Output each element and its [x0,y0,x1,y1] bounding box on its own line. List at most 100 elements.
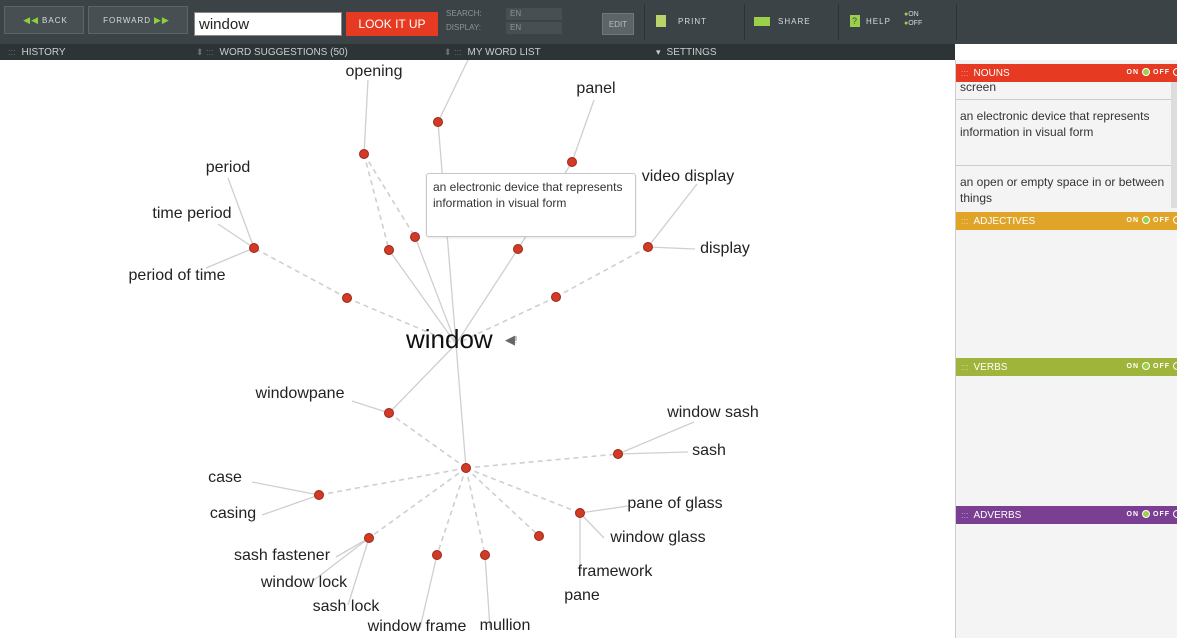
word-window-glass[interactable]: window glass [610,529,705,547]
graph-node[interactable] [432,550,442,560]
help-on-label: ON [908,11,919,18]
word-sash-lock[interactable]: sash lock [313,598,380,616]
noun-definition[interactable]: an electronic device that represents inf… [956,108,1172,164]
word-panel[interactable]: panel [576,80,615,98]
history-tab[interactable]: ::: HISTORY [8,44,66,60]
graph-node[interactable] [613,449,623,459]
graph-node[interactable] [314,490,324,500]
graph-node[interactable] [551,292,561,302]
print-icon [656,15,666,27]
settings-tab[interactable]: ▾ SETTINGS [656,44,717,60]
adverbs-title: ADVERBS [973,510,1022,521]
print-button[interactable]: PRINT [656,8,707,34]
noun-definition-cut[interactable]: screen [956,82,1172,94]
grip-icon: ::: [8,47,16,57]
word-windowpane[interactable]: windowpane [256,385,345,403]
word-sash-fastener[interactable]: sash fastener [234,547,330,565]
adjectives-toggle[interactable]: ON OFF [1127,212,1177,230]
adjectives-title: ADJECTIVES [973,216,1036,227]
toggle-dot-icon [1142,68,1150,77]
graph-node[interactable] [342,293,352,303]
forward-button[interactable]: FORWARD ▶▶ [88,6,188,34]
look-it-up-button[interactable]: LOOK IT UP [346,12,438,36]
share-button[interactable]: SHARE [754,8,811,34]
adverbs-header[interactable]: ::: ADVERBS ON OFF [956,506,1177,524]
word-video-display[interactable]: video display [642,168,735,186]
sort-arrows-icon: ⬍ ::: [444,47,462,57]
graph-node[interactable] [575,508,585,518]
adjectives-header[interactable]: ::: ADJECTIVES ON OFF [956,212,1177,230]
grip-icon: ::: [961,68,969,78]
nouns-header[interactable]: ::: NOUNS ON OFF [956,64,1177,82]
search-lang-label: SEARCH: [446,9,482,18]
graph-node[interactable] [567,157,577,167]
word-pane[interactable]: pane [564,587,600,605]
back-button[interactable]: ◀◀ BACK [4,6,84,34]
off-label: OFF [1153,363,1170,370]
verbs-toggle[interactable]: ON OFF [1127,358,1177,376]
word-period-of-time[interactable]: period of time [129,267,226,285]
word-framework[interactable]: framework [578,563,653,581]
off-label: OFF [1153,511,1170,518]
search-input[interactable] [194,12,342,36]
center-word[interactable]: window [406,324,493,355]
word-suggestions-tab[interactable]: ⬍ ::: WORD SUGGESTIONS (50) [196,44,348,60]
grip-icon: ::: [961,362,969,372]
word-pane-of-glass[interactable]: pane of glass [627,495,722,513]
word-casing[interactable]: casing [210,505,256,523]
suggestions-label: WORD SUGGESTIONS (50) [219,47,348,58]
divider [956,165,1172,166]
verbs-title: VERBS [973,362,1008,373]
word-window-frame[interactable]: window frame [368,618,467,636]
word-window-sash[interactable]: window sash [667,404,759,422]
nouns-toggle[interactable]: ON OFF [1127,64,1177,82]
word-sash[interactable]: sash [692,442,726,460]
word-case[interactable]: case [208,469,242,487]
toolbar-divider [956,4,957,40]
word-window-lock[interactable]: window lock [261,574,347,592]
word-mullion[interactable]: mullion [480,617,531,635]
history-label: HISTORY [21,47,66,58]
graph-node[interactable] [480,550,490,560]
help-button[interactable]: ? HELP [850,8,891,34]
graph-node[interactable] [643,242,653,252]
word-time-period[interactable]: time period [152,205,231,223]
graph-node[interactable] [461,463,471,473]
toolbar-divider [838,4,839,40]
off-label: OFF [1153,217,1170,224]
graph-node[interactable] [359,149,369,159]
wordlist-label: MY WORD LIST [467,47,541,58]
toggle-dot-icon [1142,362,1150,371]
search-lang-select[interactable]: EN [506,8,562,20]
toolbar-divider [744,4,745,40]
nouns-scrollbar[interactable] [1171,82,1177,208]
word-opening[interactable]: opening [346,63,403,81]
word-period[interactable]: period [206,159,250,177]
noun-definition[interactable]: an open or empty space in or between thi… [956,174,1172,206]
off-label: OFF [1153,69,1170,76]
toggle-dot-icon [1142,216,1150,225]
edit-button[interactable]: EDIT [602,13,634,35]
graph-node[interactable] [513,244,523,254]
graph-node[interactable] [433,117,443,127]
adverbs-toggle[interactable]: ON OFF [1127,506,1177,524]
share-icon [754,16,770,26]
my-word-list-tab[interactable]: ⬍ ::: MY WORD LIST [444,44,541,60]
on-label: ON [1126,217,1139,224]
graph-node[interactable] [534,531,544,541]
graph-node[interactable] [410,232,420,242]
panel-tabs-bar: ::: HISTORY ⬍ ::: WORD SUGGESTIONS (50) ⬍ … [0,44,955,60]
graph-node[interactable] [384,245,394,255]
display-lang-select[interactable]: EN [506,22,562,34]
chevron-down-icon: ▾ [656,47,661,57]
graph-node[interactable] [249,243,259,253]
help-icon: ? [850,15,860,27]
graph-node[interactable] [364,533,374,543]
on-label: ON [1126,363,1139,370]
verbs-header[interactable]: ::: VERBS ON OFF [956,358,1177,376]
graph-node[interactable] [384,408,394,418]
toggle-dot-icon [1173,362,1177,371]
word-display[interactable]: display [700,240,750,258]
speaker-icon[interactable]: ◀ᵎ [505,332,517,348]
help-toggle[interactable]: ●ON ●OFF [904,10,922,28]
